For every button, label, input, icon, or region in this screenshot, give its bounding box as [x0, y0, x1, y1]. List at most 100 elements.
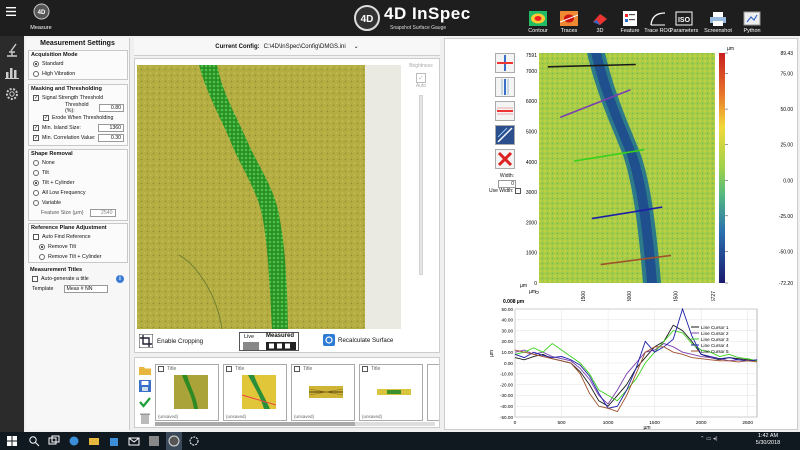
- radio-tilt[interactable]: [33, 170, 39, 176]
- map-y-tick: 7000: [526, 69, 537, 75]
- screenshot-button[interactable]: Screenshot: [702, 3, 734, 34]
- file-explorer-icon[interactable]: [88, 435, 100, 447]
- line-chart-ylabel: µm: [489, 350, 495, 357]
- parameters-button[interactable]: ISO Parameters: [668, 3, 700, 34]
- gear-icon[interactable]: [4, 86, 20, 102]
- settings-title: Measurement Settings: [40, 40, 115, 47]
- radio-remove-tilt[interactable]: [39, 244, 45, 250]
- windows-start-icon[interactable]: [6, 435, 18, 447]
- map-y-tick: 1000: [526, 251, 537, 257]
- hamburger-menu-icon[interactable]: [6, 7, 16, 16]
- shape-variable[interactable]: Variable: [29, 198, 127, 208]
- erode-row[interactable]: ✓ Erode When Thresholding: [29, 113, 127, 123]
- ref-remove-tilt[interactable]: Remove Tilt: [29, 242, 127, 252]
- cross-cursor-button[interactable]: [495, 53, 515, 73]
- chevron-down-icon[interactable]: ⌄: [354, 43, 359, 50]
- horizontal-cursor-button[interactable]: [495, 101, 515, 121]
- recalculate-button[interactable]: Recalculate Surface: [323, 334, 393, 346]
- parameters-label: Parameters: [669, 28, 699, 34]
- vertical-cursor-button[interactable]: [495, 77, 515, 97]
- erode-label: Erode When Thresholding: [52, 115, 114, 121]
- thumbnail-scrollbar[interactable]: [155, 422, 435, 426]
- 3d-button[interactable]: 3D: [584, 3, 616, 34]
- radio-remove-tilt-cyl[interactable]: [39, 254, 45, 260]
- diagonal-cursor-button[interactable]: [495, 125, 515, 145]
- erode-checkbox[interactable]: ✓: [43, 115, 49, 121]
- feature-size-input[interactable]: 2540: [89, 209, 116, 217]
- python-icon: [743, 11, 761, 26]
- thumbnail-3-checkbox[interactable]: [294, 366, 300, 372]
- store-icon[interactable]: [108, 435, 120, 447]
- acq-standard-label: Standard: [42, 61, 64, 67]
- brightness-auto-label: Auto: [415, 83, 427, 89]
- signal-strength-checkbox[interactable]: ✓: [33, 95, 39, 101]
- radio-high-vibration[interactable]: [33, 71, 39, 77]
- min-island-input[interactable]: 1360: [98, 124, 124, 132]
- checkmark-icon[interactable]: [139, 396, 151, 408]
- thumbnail-2[interactable]: Title (unsaved): [223, 364, 287, 421]
- min-corr-checkbox[interactable]: ✓: [33, 135, 39, 141]
- python-button[interactable]: Python: [736, 3, 768, 34]
- system-tray[interactable]: ⌃ ▭ ◂): [700, 436, 730, 446]
- thumbnail-4-checkbox[interactable]: [362, 366, 368, 372]
- traces-button[interactable]: Traces: [553, 3, 585, 34]
- shape-tilt[interactable]: Tilt: [29, 168, 127, 178]
- config-dropdown[interactable]: C:\4D\InSpec\Config\DMGS.ini: [264, 44, 346, 50]
- acq-standard[interactable]: Standard: [29, 59, 127, 69]
- contour-button[interactable]: Contour: [522, 3, 554, 34]
- line-chart-x-tick: 2500: [742, 420, 753, 426]
- shape-none[interactable]: None: [29, 158, 127, 168]
- edge-icon[interactable]: [68, 435, 80, 447]
- live-toggle-track[interactable]: [243, 342, 259, 350]
- auto-find-row[interactable]: Auto Find Reference: [29, 232, 127, 242]
- radio-none[interactable]: [33, 160, 39, 166]
- template-input[interactable]: Meas # NN: [63, 285, 108, 293]
- map-y-tick: 3000: [526, 190, 537, 196]
- save-icon[interactable]: [139, 380, 151, 392]
- thumbnail-next-partial[interactable]: [427, 364, 439, 421]
- shape-all-low-freq[interactable]: All Low Frequency: [29, 188, 127, 198]
- radio-variable[interactable]: [33, 200, 39, 206]
- enable-cropping-button[interactable]: Enable Cropping: [139, 334, 203, 348]
- microscope-icon[interactable]: [4, 42, 20, 58]
- auto-generate-row[interactable]: Auto-generate a title i: [28, 274, 128, 284]
- titles-title: Measurement Titles: [30, 267, 83, 273]
- thumbnail-1[interactable]: Title (unsaved): [155, 364, 219, 421]
- radio-tilt-cylinder[interactable]: [33, 180, 39, 186]
- settings-taskbar-icon[interactable]: [188, 435, 200, 447]
- width-input[interactable]: 0: [498, 180, 516, 188]
- thumbnail-2-checkbox[interactable]: [226, 366, 232, 372]
- legend-entry: Line Cursor 2: [701, 331, 729, 336]
- mail-icon[interactable]: [128, 435, 140, 447]
- radio-all-low-freq[interactable]: [33, 190, 39, 196]
- app-icon[interactable]: [148, 435, 160, 447]
- close-icon: [497, 151, 513, 167]
- min-island-checkbox[interactable]: ✓: [33, 125, 39, 131]
- min-corr-input[interactable]: 0.30: [98, 134, 124, 142]
- min-island-row: ✓ Min. Island Size: 1360: [29, 123, 127, 133]
- search-icon[interactable]: [28, 435, 40, 447]
- brightness-slider[interactable]: [419, 95, 423, 275]
- auto-find-checkbox[interactable]: [33, 234, 39, 240]
- brightness-auto-checkbox[interactable]: ✓: [416, 73, 426, 83]
- thumbnail-4[interactable]: Title (unsaved): [359, 364, 423, 421]
- delete-cursor-button[interactable]: [495, 149, 515, 169]
- folder-icon[interactable]: [139, 364, 151, 376]
- info-icon[interactable]: i: [116, 275, 124, 283]
- taskbar-active-app[interactable]: [166, 432, 182, 450]
- shape-tilt-cylinder[interactable]: Tilt + Cylinder: [29, 178, 127, 188]
- live-measured-toggle[interactable]: Live Measured: [239, 332, 299, 351]
- acq-high-vibration[interactable]: High Vibration: [29, 69, 127, 79]
- thumbnail-3[interactable]: Title (unsaved): [291, 364, 355, 421]
- thumbnail-1-checkbox[interactable]: [158, 366, 164, 372]
- trash-icon[interactable]: [139, 412, 151, 424]
- clock[interactable]: 1:42 AM 5/30/2018: [748, 433, 788, 447]
- ref-remove-tilt-cyl[interactable]: Remove Tilt + Cylinder: [29, 252, 127, 262]
- threshold-input[interactable]: 0.80: [98, 104, 124, 112]
- radio-standard[interactable]: [33, 61, 39, 67]
- measure-button[interactable]: 4D Measure: [28, 3, 54, 34]
- auto-generate-checkbox[interactable]: [32, 276, 38, 282]
- task-view-icon[interactable]: [48, 435, 60, 447]
- bar-chart-icon[interactable]: [4, 64, 20, 80]
- map-y-tick: 5000: [526, 130, 537, 136]
